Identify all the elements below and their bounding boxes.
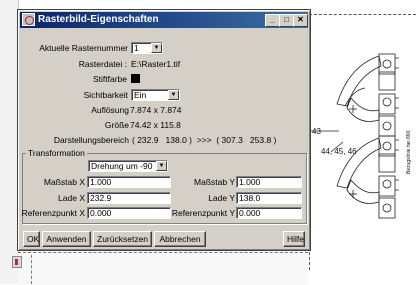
pos-y-label: Lade Y (208, 193, 235, 203)
transformation-group: Transformation Drehung um -90 ▼ Maßstab … (21, 148, 307, 224)
display-area-value: ( 232.9 138.0 ) >>> ( 307.3 253.8 ) (132, 135, 277, 145)
pos-y-input[interactable] (236, 192, 302, 204)
ref-y-input[interactable] (236, 207, 302, 219)
dialog-title: Rasterbild-Eigenschaften (38, 14, 159, 25)
pos-x-label: Lade X (58, 193, 85, 203)
reset-button[interactable]: Zurücksetzen (93, 231, 152, 247)
scale-y-label: Maßstab Y (194, 177, 235, 187)
visibility-select[interactable]: Ein ▼ (131, 89, 180, 101)
size-label: Größe (104, 120, 129, 130)
rotation-value: Drehung um -90 (91, 161, 153, 171)
sheet-area-bottom (18, 252, 308, 285)
cad-drawing (311, 53, 399, 219)
resolution-value: 7.874 x 7.874 (130, 105, 182, 115)
drawing-label-vertical: Bezugslinie bei 890 (406, 130, 412, 174)
size-value: 74.42 x 115.8 (130, 120, 181, 130)
minimize-button[interactable]: _ (265, 14, 280, 27)
pen-color-label: Stiftfarbe (92, 74, 127, 84)
pen-color-swatch[interactable] (131, 74, 140, 83)
display-area-label: Darstellungsbereich (53, 135, 129, 145)
raster-number-label: Aktuelle Rasternummer (39, 43, 128, 53)
drawing-label-44-45-46: 44, 45, 46 (321, 147, 357, 156)
raster-file-value: E:\Raster1.tif (131, 59, 181, 69)
raster-file-label: Rasterdatei : (78, 59, 127, 69)
resolution-label: Auflösung (91, 105, 129, 115)
transformation-group-label: Transformation (26, 148, 87, 158)
rotation-select[interactable]: Drehung um -90 ▼ (88, 160, 168, 172)
cancel-button[interactable]: Abbrechen (154, 231, 206, 247)
scale-y-input[interactable] (236, 176, 302, 188)
app-icon (22, 13, 35, 26)
raster-number-select[interactable]: 1 ▼ (131, 42, 163, 54)
raster-number-value: 1 (134, 43, 139, 53)
maximize-button[interactable]: □ (279, 14, 294, 27)
ref-x-label: Referenzpunkt X (21, 208, 85, 218)
apply-button[interactable]: Anwenden (42, 231, 91, 247)
close-button[interactable]: ✕ (293, 14, 308, 27)
pos-x-input[interactable] (87, 192, 171, 204)
help-button[interactable]: Hilfe (283, 231, 305, 247)
chevron-down-icon[interactable]: ▼ (151, 43, 162, 53)
scale-x-label: Maßstab X (43, 177, 85, 187)
sheet-border-line (31, 255, 32, 284)
ref-x-input[interactable] (87, 207, 171, 219)
dialog-titlebar[interactable]: Rasterbild-Eigenschaften _ □ ✕ (20, 12, 308, 28)
raster-properties-dialog: Rasterbild-Eigenschaften _ □ ✕ Aktuelle … (17, 9, 311, 251)
visibility-label: Sichtbarkeit (83, 90, 128, 100)
drawing-label-43: 43 (312, 127, 321, 136)
visibility-value: Ein (134, 90, 147, 100)
chevron-down-icon[interactable]: ▼ (168, 90, 179, 100)
scale-x-input[interactable] (87, 176, 171, 188)
chevron-down-icon[interactable]: ▼ (156, 161, 167, 171)
raster-marker-icon[interactable] (12, 256, 22, 268)
ref-y-label: Referenzpunkt Y (171, 208, 235, 218)
ok-button[interactable]: OK (23, 231, 40, 247)
